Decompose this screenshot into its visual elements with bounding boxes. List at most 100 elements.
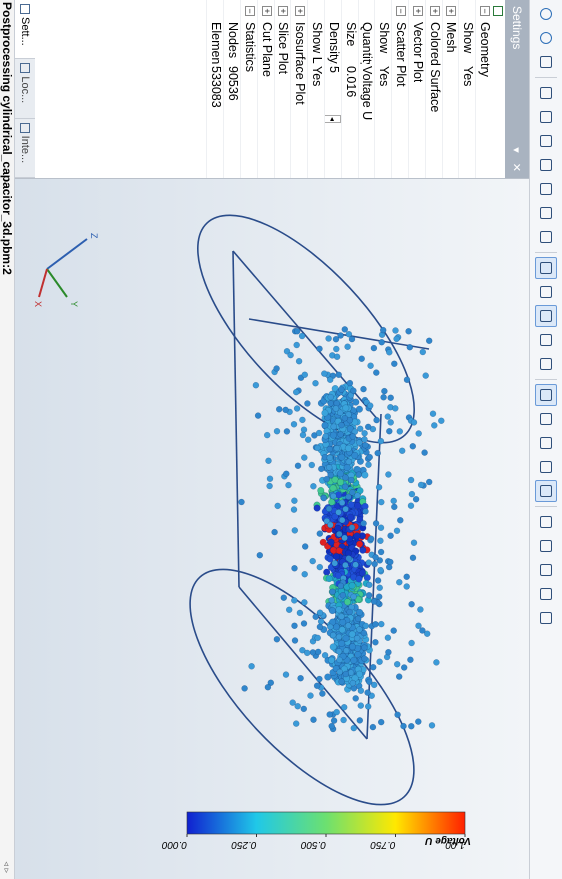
scatter-point — [361, 430, 368, 437]
legend-tick-label: 0.750 — [370, 839, 395, 850]
collapse-icon[interactable]: − — [480, 6, 490, 16]
scatter-point — [273, 427, 281, 435]
top-view-button[interactable] — [535, 202, 557, 224]
property-category[interactable]: + Vector Plot — [408, 0, 425, 178]
select-mode-icon — [540, 262, 552, 274]
property-value[interactable]: 533083 — [207, 64, 223, 178]
axis-label-y: Y — [69, 301, 79, 307]
scatter-point — [356, 439, 363, 446]
scatter-point — [280, 594, 288, 601]
property-row[interactable]: Show Yes — [374, 0, 392, 178]
expand-icon[interactable]: + — [278, 6, 289, 16]
expand-icon[interactable]: + — [295, 6, 306, 16]
scatter-point — [357, 702, 365, 709]
mesh-tool-button[interactable] — [535, 408, 557, 430]
right-view-button[interactable] — [535, 178, 557, 200]
property-value[interactable]: 5◂ — [325, 64, 341, 178]
property-row[interactable]: Quantity Voltage U — [357, 0, 375, 178]
scatter-point — [323, 475, 330, 483]
expand-icon[interactable]: + — [446, 6, 457, 16]
categorized-icon[interactable] — [493, 6, 503, 16]
select-mode-button[interactable] — [535, 257, 557, 279]
scatter-point — [325, 505, 333, 513]
property-row[interactable]: Show Yes — [458, 0, 476, 178]
isometric-view-icon — [540, 87, 552, 99]
property-value[interactable]: 90536 — [224, 64, 240, 178]
property-category[interactable]: + Cut Plane — [256, 0, 274, 178]
collapse-icon[interactable]: − — [396, 6, 407, 16]
surface-tool-button[interactable] — [535, 432, 557, 454]
property-value[interactable]: Yes — [375, 64, 391, 178]
back-view-button[interactable] — [535, 130, 557, 152]
integral-tool-button[interactable] — [535, 353, 557, 375]
scatter-point — [390, 497, 397, 505]
property-row[interactable]: Nodes 90536 — [223, 0, 241, 178]
zoom-out-button[interactable] — [535, 27, 557, 49]
scroll-arrows[interactable]: ◃ ▹ — [0, 861, 14, 873]
scatter-point — [405, 328, 412, 335]
highlight-tool-button[interactable] — [535, 305, 557, 327]
property-category[interactable]: + Mesh — [441, 0, 459, 178]
scatter-point — [343, 464, 351, 472]
spin-button[interactable]: ◂ — [325, 114, 341, 123]
property-category[interactable]: + Isosurface Plot — [290, 0, 308, 178]
plane-tool-button[interactable] — [535, 583, 557, 605]
expand-icon[interactable]: + — [261, 6, 272, 16]
particle-tool-button[interactable] — [535, 456, 557, 478]
close-icon[interactable]: ✕ — [511, 163, 524, 172]
scatter-point — [350, 724, 358, 732]
chart-tool-button[interactable] — [535, 607, 557, 629]
property-name: Density, % — [326, 22, 341, 64]
color-tool-icon — [540, 516, 552, 528]
property-value[interactable]: Yes — [459, 64, 475, 178]
property-row[interactable]: Size 0.016 — [340, 0, 358, 178]
cut-tool-button[interactable] — [535, 559, 557, 581]
wireframe-tool-button[interactable] — [535, 384, 557, 406]
settings-panel-button[interactable] — [535, 281, 557, 303]
3d-viewport[interactable]: Z Y X Voltage U 1.00 0.750 0.500 0.250 0.000 — [15, 179, 529, 879]
property-category[interactable]: − Scatter Plot — [391, 0, 409, 178]
scatter-point — [338, 613, 345, 620]
collapse-icon[interactable]: − — [244, 6, 255, 16]
scatter-point — [356, 717, 364, 724]
front-view-button[interactable] — [535, 106, 557, 128]
zoom-fit-button[interactable] — [535, 51, 557, 73]
property-category[interactable]: + Colored Surface — [424, 0, 442, 178]
property-category[interactable]: − Statistics — [240, 0, 257, 178]
settings-panel: Settings ▾ ✕ − Geometry Show Yes + Mesh + Color… — [35, 0, 529, 179]
pin-icon[interactable]: ▾ — [511, 147, 524, 153]
tab-local[interactable]: Loc... — [15, 59, 35, 119]
expand-icon[interactable]: + — [412, 6, 423, 16]
scatter-point — [346, 608, 353, 616]
scatter-point — [381, 387, 388, 395]
property-value[interactable]: 0.016 — [342, 64, 358, 178]
left-view-button[interactable] — [535, 154, 557, 176]
scatter-point — [293, 327, 301, 335]
scatter-point — [319, 690, 326, 697]
zoom-in-button[interactable] — [535, 3, 557, 25]
property-row[interactable]: Elements 533083 — [206, 0, 224, 178]
property-name: Show — [461, 22, 476, 54]
tab-integral[interactable]: Inte... — [15, 118, 35, 178]
property-name: Cut Plane — [259, 22, 274, 77]
slice-tool-button[interactable] — [535, 535, 557, 557]
color-tool-button[interactable] — [535, 511, 557, 533]
property-category[interactable]: + Slice Plot — [273, 0, 291, 178]
scatter-point — [300, 620, 308, 627]
property-category[interactable]: − Geometry — [475, 0, 492, 178]
scatter-point — [333, 708, 340, 716]
scatter-point — [326, 445, 333, 453]
property-value[interactable]: Yes — [308, 64, 324, 178]
scatter-point — [338, 516, 346, 524]
property-value[interactable]: Voltage U — [359, 64, 374, 178]
isometric-view-button[interactable] — [535, 82, 557, 104]
tab-settings[interactable]: Sett... — [15, 0, 35, 60]
scatter-tool-button[interactable] — [535, 480, 557, 502]
scatter-point — [307, 692, 314, 699]
scatter-point — [360, 520, 367, 527]
property-row[interactable]: Density, % 5◂ — [324, 0, 341, 178]
property-row[interactable]: Show Legen Yes — [307, 0, 325, 178]
expand-icon[interactable]: + — [429, 6, 440, 16]
bottom-view-button[interactable] — [535, 226, 557, 248]
screenshot-tool-button[interactable] — [535, 329, 557, 351]
